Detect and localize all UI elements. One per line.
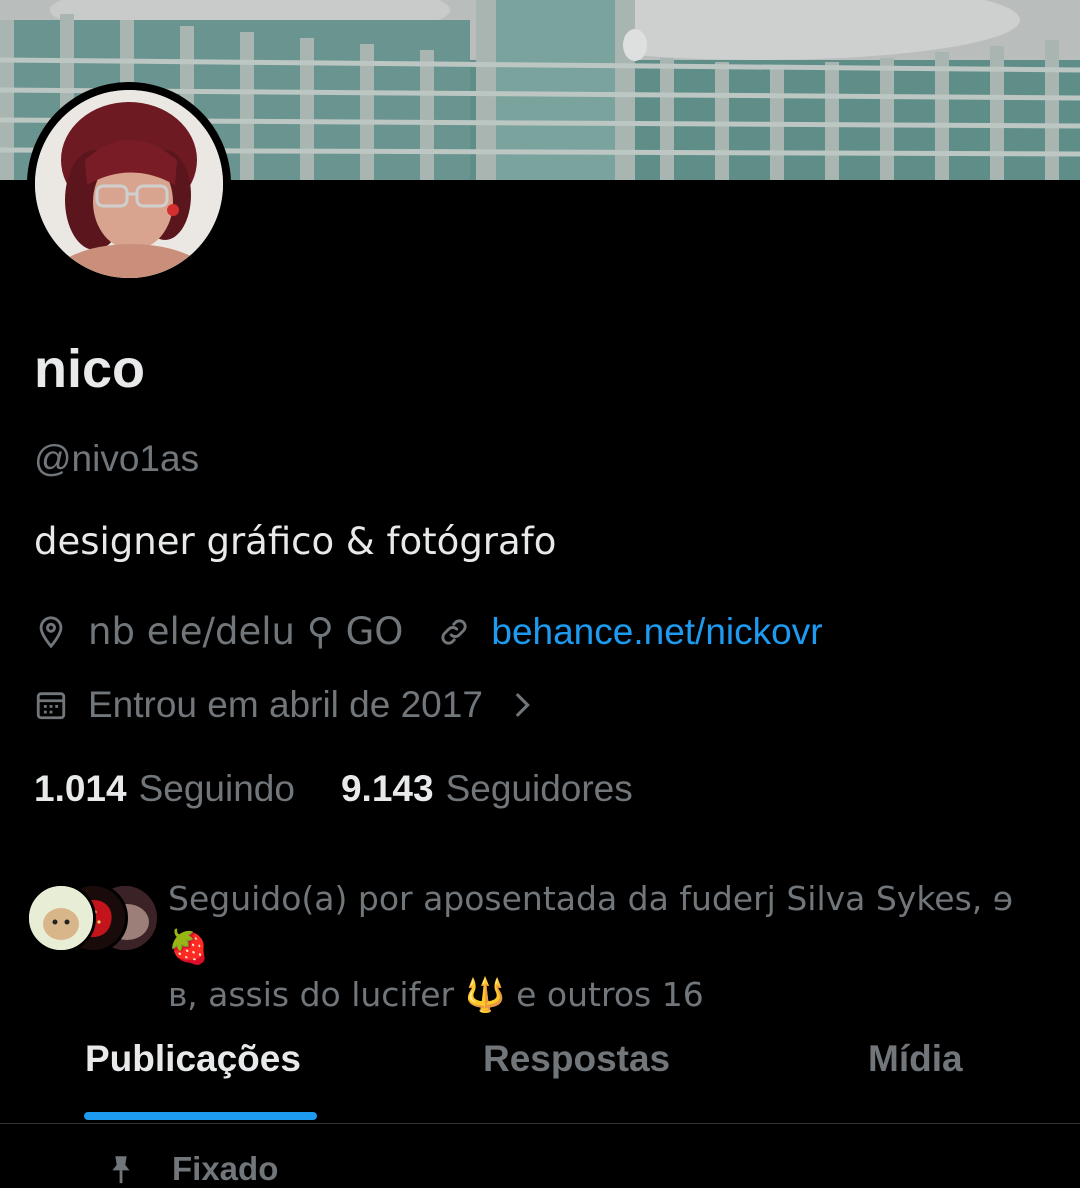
profile-joined-row[interactable]: Entrou em abril de 2017 [34, 684, 539, 726]
tab-publicacoes[interactable]: Publicações [85, 1038, 301, 1080]
profile-bio: designer gráfico & fotógrafo [34, 520, 557, 563]
followed-by-text[interactable]: Seguido(a) por aposentada da fuderj Silv… [168, 875, 1048, 1019]
profile-tabs: Publicações Respostas Mídia [0, 1020, 1080, 1124]
chevron-right-icon[interactable] [505, 688, 539, 722]
active-tab-indicator [84, 1112, 317, 1120]
profile-avatar[interactable] [27, 82, 231, 286]
follower-avatar[interactable] [26, 883, 96, 953]
following-count: 1.014 [34, 768, 127, 809]
tabs-divider [0, 1123, 1080, 1124]
pin-icon [112, 1156, 130, 1184]
pinned-label: Fixado [172, 1150, 279, 1187]
profile-name: nico [34, 339, 146, 399]
profile-stats: 1.014 Seguindo 9.143 Seguidores [34, 768, 633, 810]
profile-joined-date: Entrou em abril de 2017 [88, 684, 483, 725]
profile-meta-row: nb ele/delu ⚲ GO behance.net/nickovr [34, 610, 823, 653]
following-label: Seguindo [138, 768, 295, 809]
tab-midia[interactable]: Mídia [868, 1038, 963, 1080]
following-stat[interactable]: 1.014 Seguindo [34, 768, 295, 810]
calendar-icon [36, 692, 66, 720]
followers-stat[interactable]: 9.143 Seguidores [341, 768, 633, 810]
followed-by-line-1: Seguido(a) por aposentada da fuderj Silv… [168, 879, 1014, 966]
pinned-header: Fixado [104, 1150, 278, 1188]
location-pin-icon [39, 615, 63, 648]
followers-count: 9.143 [340, 768, 434, 809]
profile-handle: @nivo1as [34, 438, 200, 479]
profile-website-link[interactable]: behance.net/nickovr [491, 611, 822, 653]
link-icon [441, 618, 467, 645]
profile-location: nb ele/delu ⚲ GO [88, 610, 404, 653]
followers-label: Seguidores [445, 768, 633, 809]
followed-by-line-2: ʙ, assis do lucifer 🔱 e outros 16 [168, 975, 704, 1014]
tab-respostas[interactable]: Respostas [483, 1038, 670, 1080]
